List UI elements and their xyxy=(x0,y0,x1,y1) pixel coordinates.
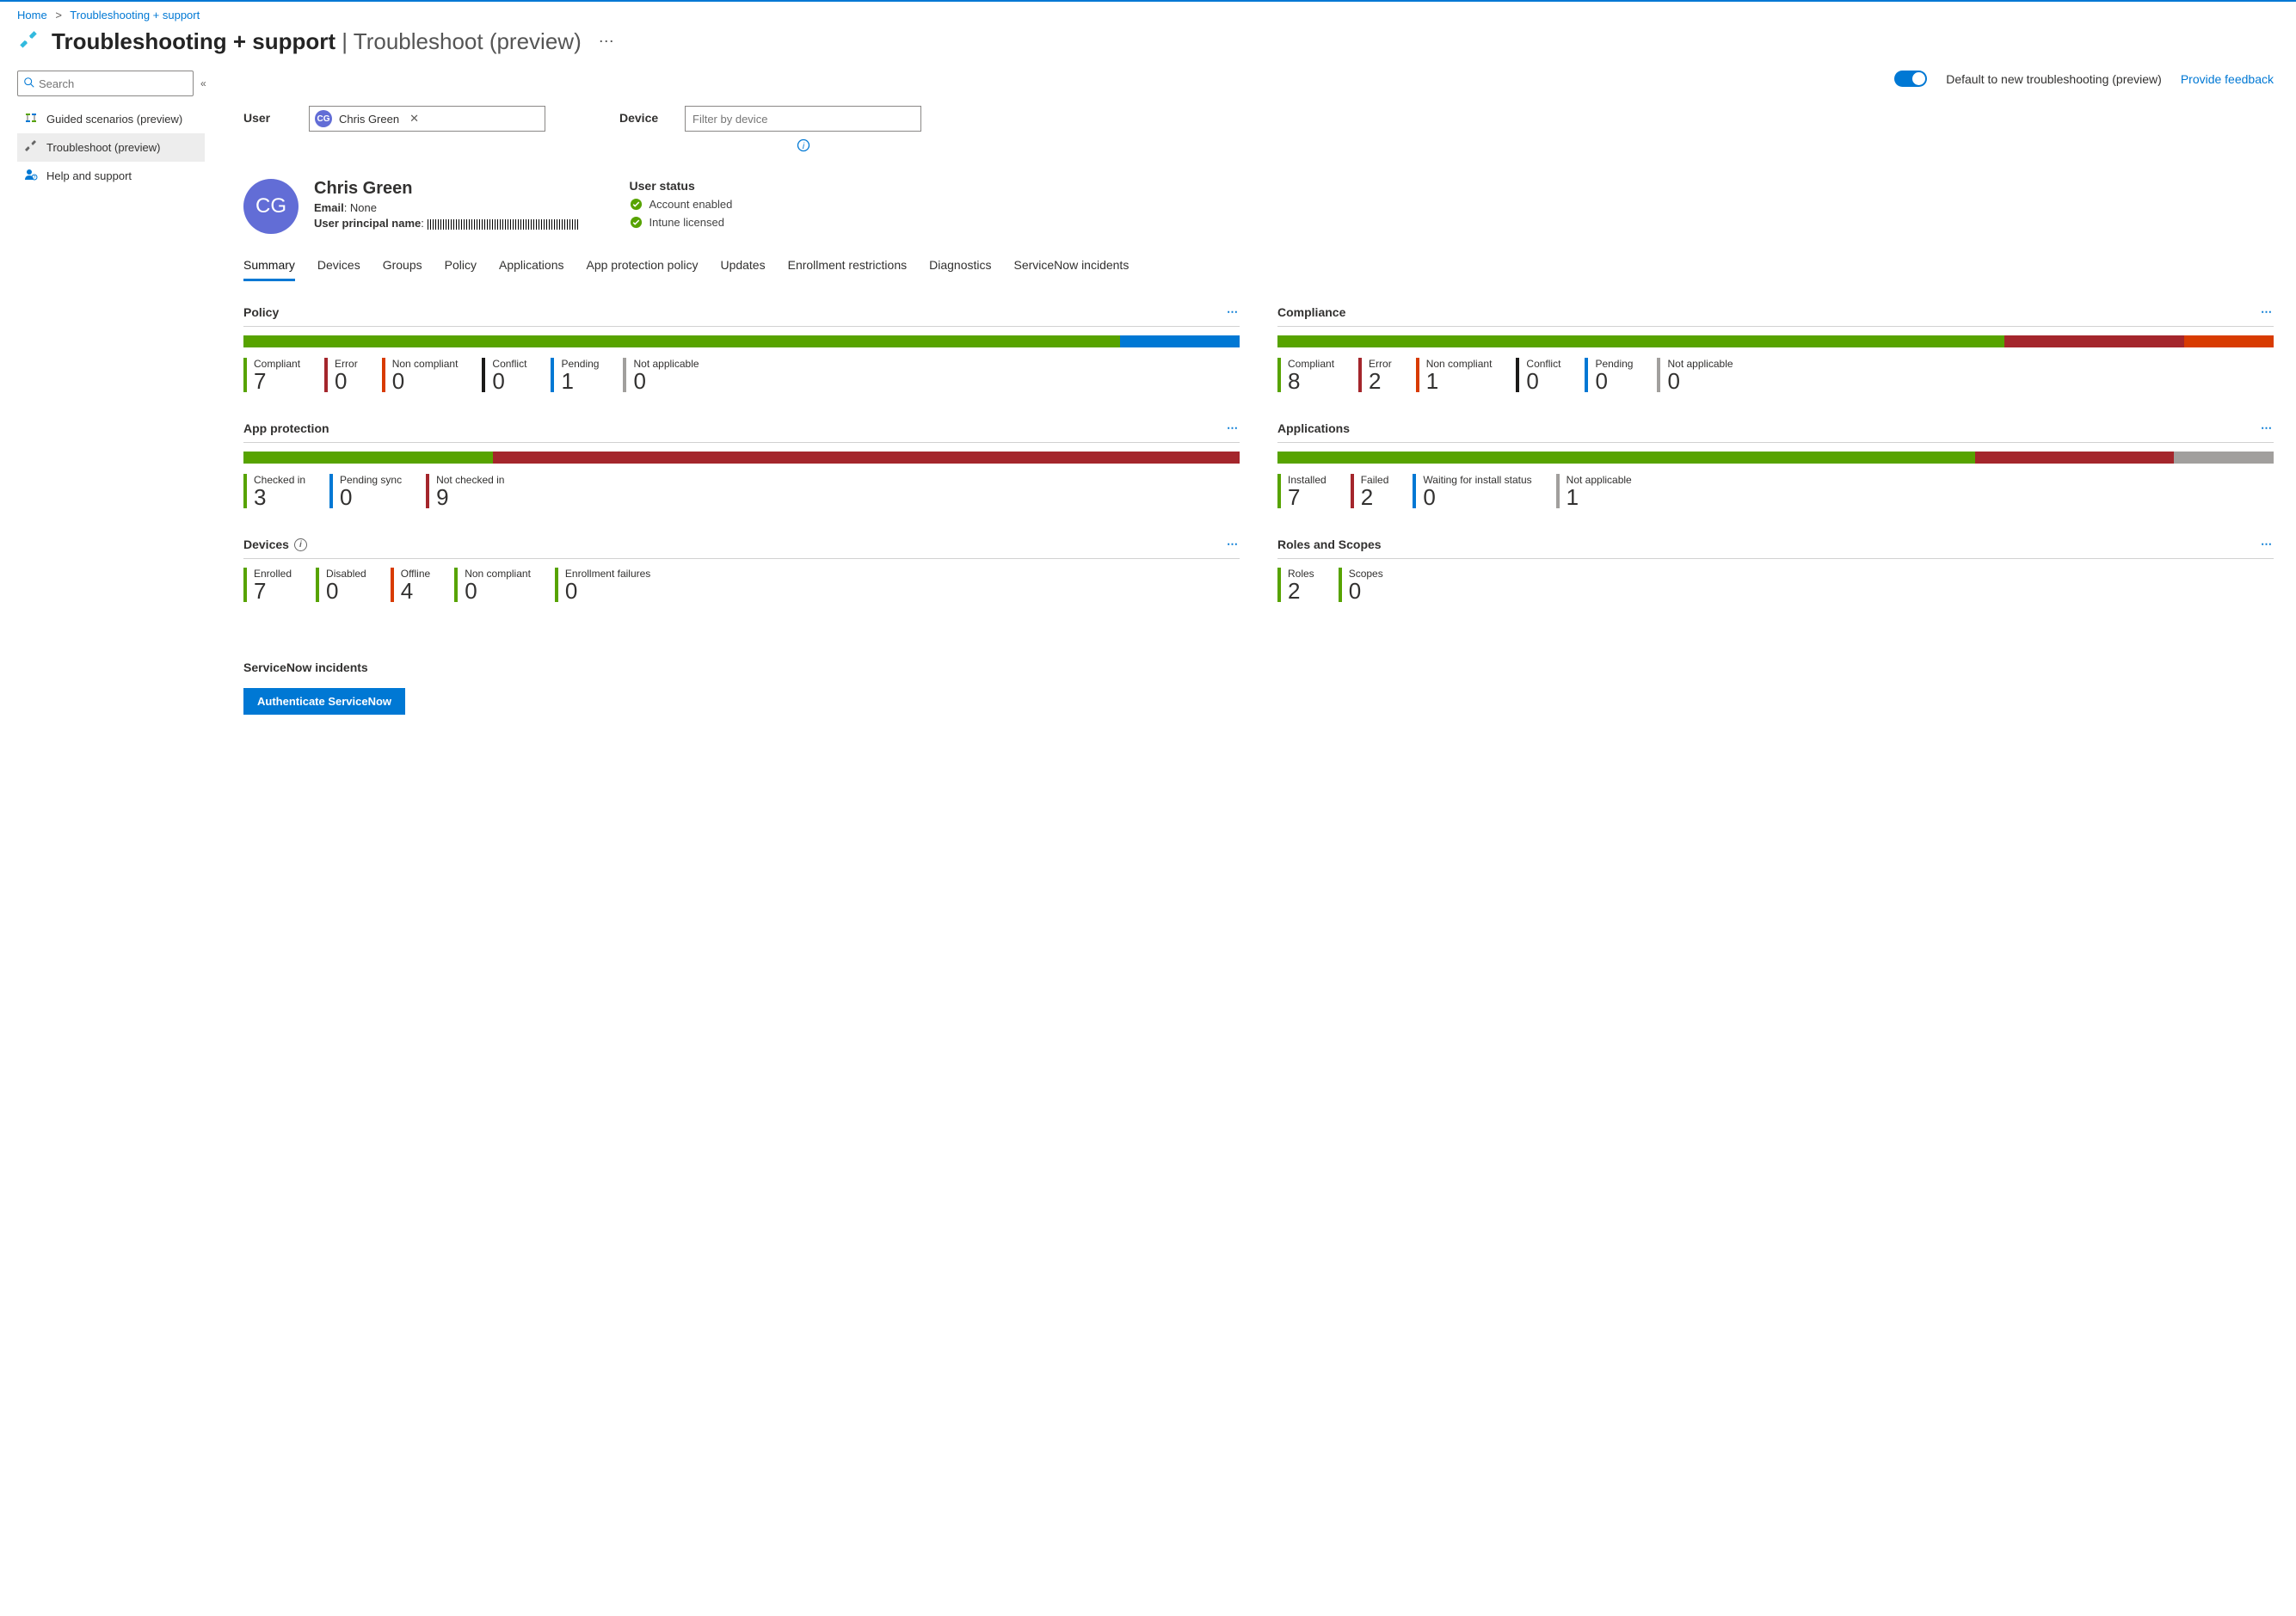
devices-stat-offline: Offline4 xyxy=(391,568,430,602)
breadcrumb-current[interactable]: Troubleshooting + support xyxy=(70,9,200,22)
authenticate-servicenow-button[interactable]: Authenticate ServiceNow xyxy=(243,688,405,715)
devices-stat-enrolled: Enrolled7 xyxy=(243,568,292,602)
applications-stat-not-applicable: Not applicable1 xyxy=(1556,474,1632,508)
compliance-stat-error: Error2 xyxy=(1358,358,1392,392)
title-more-button[interactable]: ⋯ xyxy=(594,33,619,51)
sidebar-item-help-and-support[interactable]: ? Help and support xyxy=(17,162,205,190)
applications-bar xyxy=(1277,452,2274,464)
user-filter-input[interactable]: CG Chris Green ✕ xyxy=(309,106,545,132)
appprotection-card-menu[interactable]: ⋯ xyxy=(1227,421,1240,435)
compliance-bar xyxy=(1277,335,2274,347)
sidebar: « Guided scenarios (preview)Troubleshoot… xyxy=(0,67,202,740)
sidebar-item-troubleshoot-preview-[interactable]: Troubleshoot (preview) xyxy=(17,133,205,162)
devices-stat-non-compliant: Non compliant0 xyxy=(454,568,531,602)
devices-stat-disabled: Disabled0 xyxy=(316,568,366,602)
policy-stat-error: Error0 xyxy=(324,358,358,392)
appprotection-stat-not-checked-in: Not checked in9 xyxy=(426,474,504,508)
appprotection-bar xyxy=(243,452,1240,464)
compliance-stat-conflict: Conflict0 xyxy=(1516,358,1560,392)
tab-summary[interactable]: Summary xyxy=(243,253,295,281)
breadcrumb-home[interactable]: Home xyxy=(17,9,47,22)
applications-stat-installed: Installed7 xyxy=(1277,474,1327,508)
applications-stat-waiting-for-install-status: Waiting for install status0 xyxy=(1413,474,1531,508)
roles-card-menu[interactable]: ⋯ xyxy=(2261,538,2274,551)
user-upn: User principal name: xyxy=(314,217,578,230)
sidebar-item-icon xyxy=(24,111,38,127)
page-title-row: Troubleshooting + support | Troubleshoot… xyxy=(0,27,2296,67)
policy-stat-non-compliant: Non compliant0 xyxy=(382,358,459,392)
roles-stat-roles: Roles2 xyxy=(1277,568,1314,602)
device-filter-input[interactable] xyxy=(685,106,921,132)
policy-bar xyxy=(243,335,1240,347)
sidebar-item-label: Guided scenarios (preview) xyxy=(46,113,182,126)
user-chip-avatar: CG xyxy=(315,110,332,127)
tab-enrollment-restrictions[interactable]: Enrollment restrictions xyxy=(788,253,908,281)
compliance-stat-not-applicable: Not applicable0 xyxy=(1657,358,1733,392)
search-icon xyxy=(23,77,35,91)
user-status-header: User status xyxy=(630,179,733,193)
status-account-enabled: Account enabled xyxy=(630,198,733,211)
default-troubleshooting-toggle[interactable] xyxy=(1894,71,1927,87)
compliance-card-menu[interactable]: ⋯ xyxy=(2261,305,2274,319)
tab-diagnostics[interactable]: Diagnostics xyxy=(929,253,991,281)
policy-stat-compliant: Compliant7 xyxy=(243,358,300,392)
policy-card-title: Policy xyxy=(243,305,279,319)
user-chip-label: Chris Green xyxy=(339,113,399,126)
provide-feedback-link[interactable]: Provide feedback xyxy=(2181,72,2274,86)
sidebar-item-icon xyxy=(24,139,38,156)
svg-text:i: i xyxy=(802,142,804,151)
status-intune-licensed: Intune licensed xyxy=(630,216,733,229)
servicenow-title: ServiceNow incidents xyxy=(243,661,1240,674)
devices-stat-enrollment-failures: Enrollment failures0 xyxy=(555,568,650,602)
policy-card-menu[interactable]: ⋯ xyxy=(1227,305,1240,319)
compliance-stat-non-compliant: Non compliant1 xyxy=(1416,358,1493,392)
user-email: Email: None xyxy=(314,201,578,214)
sidebar-item-icon: ? xyxy=(24,168,38,184)
appprotection-card-title: App protection xyxy=(243,421,329,435)
devices-card-title: Devices i xyxy=(243,538,307,551)
device-filter-label: Device xyxy=(619,106,661,125)
user-name: Chris Green xyxy=(314,179,578,199)
policy-stat-not-applicable: Not applicable0 xyxy=(623,358,699,392)
info-icon[interactable]: i xyxy=(294,538,307,551)
sidebar-item-guided-scenarios-preview-[interactable]: Guided scenarios (preview) xyxy=(17,105,205,133)
page-title: Troubleshooting + support | Troubleshoot… xyxy=(52,28,582,55)
tab-applications[interactable]: Applications xyxy=(499,253,564,281)
roles-stat-scopes: Scopes0 xyxy=(1339,568,1383,602)
sidebar-item-label: Help and support xyxy=(46,169,132,182)
tab-app-protection-policy[interactable]: App protection policy xyxy=(586,253,698,281)
tab-updates[interactable]: Updates xyxy=(720,253,765,281)
user-filter-label: User xyxy=(243,106,285,125)
appprotection-stat-pending-sync: Pending sync0 xyxy=(329,474,402,508)
tabs: Summary Devices Groups Policy Applications Ap… xyxy=(243,253,2274,281)
sidebar-search-input[interactable] xyxy=(39,77,190,90)
sidebar-search[interactable] xyxy=(17,71,194,96)
tab-policy[interactable]: Policy xyxy=(445,253,477,281)
applications-card-title: Applications xyxy=(1277,421,1350,435)
sidebar-item-label: Troubleshoot (preview) xyxy=(46,141,160,154)
applications-card-menu[interactable]: ⋯ xyxy=(2261,421,2274,435)
device-info-icon[interactable]: i xyxy=(797,138,810,155)
appprotection-stat-checked-in: Checked in3 xyxy=(243,474,305,508)
svg-text:?: ? xyxy=(34,175,36,181)
tab-devices[interactable]: Devices xyxy=(317,253,360,281)
user-avatar: CG xyxy=(243,179,299,234)
compliance-card-title: Compliance xyxy=(1277,305,1345,319)
devices-card-menu[interactable]: ⋯ xyxy=(1227,538,1240,551)
compliance-stat-compliant: Compliant8 xyxy=(1277,358,1334,392)
troubleshoot-icon xyxy=(17,29,40,54)
applications-stat-failed: Failed2 xyxy=(1351,474,1389,508)
roles-card-title: Roles and Scopes xyxy=(1277,538,1382,551)
user-chip-remove[interactable]: ✕ xyxy=(406,112,422,126)
policy-stat-pending: Pending1 xyxy=(551,358,599,392)
compliance-stat-pending: Pending0 xyxy=(1585,358,1633,392)
breadcrumb: Home > Troubleshooting + support xyxy=(0,2,2296,27)
tab-groups[interactable]: Groups xyxy=(383,253,422,281)
tab-servicenow-incidents[interactable]: ServiceNow incidents xyxy=(1013,253,1129,281)
toggle-label: Default to new troubleshooting (preview) xyxy=(1946,72,2162,86)
policy-stat-conflict: Conflict0 xyxy=(482,358,526,392)
